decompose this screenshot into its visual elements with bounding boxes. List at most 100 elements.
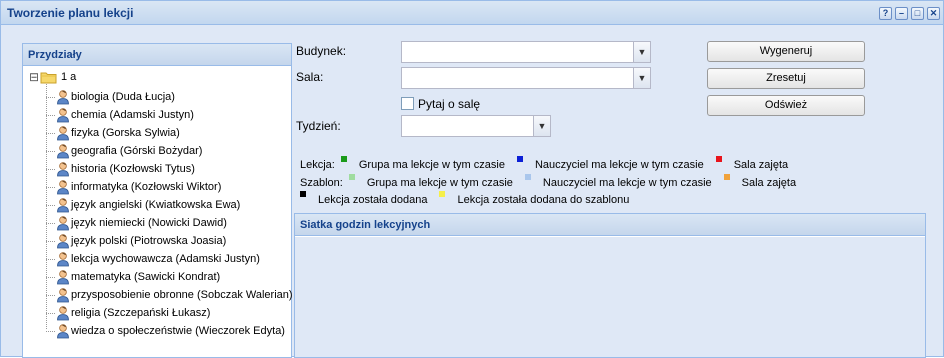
- lesson-plan-window: Tworzenie planu lekcji ? – □ ✕ Przydział…: [0, 0, 944, 358]
- assignments-header: Przydziały: [23, 44, 291, 66]
- lesson-legend-text: Sala zajęta: [733, 159, 789, 171]
- building-select[interactable]: ▼: [401, 41, 651, 63]
- chevron-down-icon[interactable]: ▼: [633, 42, 650, 62]
- chevron-down-icon[interactable]: ▼: [633, 68, 650, 88]
- tree-connector: [46, 187, 55, 188]
- tree-connector: [46, 277, 55, 278]
- user-icon: [57, 288, 69, 303]
- template-legend-text: Sala zajęta: [741, 177, 797, 189]
- template-legend-label: Szablon:: [300, 177, 343, 189]
- lesson-legend-item: Sala zajęta: [710, 156, 788, 171]
- user-icon: [57, 108, 69, 123]
- timetable-grid-header: Siatka godzin lekcyjnych: [295, 214, 925, 236]
- added-legend-item: Lekcja została dodana: [300, 191, 427, 206]
- user-icon: [57, 324, 69, 339]
- tree-connector: [46, 223, 55, 224]
- tree-connector: [46, 133, 55, 134]
- tree-connector: [46, 241, 55, 242]
- reset-button[interactable]: Zresetuj: [707, 68, 865, 89]
- lesson-legend-item: Nauczyciel ma lekcje w tym czasie: [511, 156, 704, 171]
- tree-leaf-label: biologia (Duda Łucja): [71, 91, 175, 103]
- user-icon: [57, 216, 69, 231]
- added-legend-item: Lekcja została dodana do szablonu: [433, 191, 629, 206]
- tree-connector: [46, 313, 55, 314]
- tree-leaf-label: historia (Kozłowski Tytus): [71, 163, 195, 175]
- user-icon: [57, 198, 69, 213]
- tree-leaf-label: geografia (Górski Bożydar): [71, 145, 203, 157]
- lesson-legend-item: Grupa ma lekcje w tym czasie: [335, 156, 505, 171]
- added-legend-swatch: [439, 191, 446, 197]
- lesson-legend-swatch: [516, 156, 523, 162]
- chevron-down-icon[interactable]: ▼: [533, 116, 550, 136]
- template-legend-text: Grupa ma lekcje w tym czasie: [366, 177, 513, 189]
- template-legend-swatch: [723, 174, 730, 180]
- week-label: Tydzień:: [296, 119, 341, 133]
- ask-room-label[interactable]: Pytaj o salę: [418, 97, 480, 111]
- template-legend-swatch: [348, 174, 355, 180]
- template-legend: Szablon: Grupa ma lekcje w tym czasie Nauc…: [300, 174, 802, 189]
- user-icon: [57, 180, 69, 195]
- week-select[interactable]: ▼: [401, 115, 551, 137]
- tree-connector: [46, 205, 55, 206]
- user-icon: [57, 252, 69, 267]
- template-legend-swatch: [524, 174, 531, 180]
- window-title: Tworzenie planu lekcji: [7, 6, 134, 20]
- tree-connector: [46, 259, 55, 260]
- template-legend-item: Nauczyciel ma lekcje w tym czasie: [519, 174, 712, 189]
- assignments-panel: Przydziały ⊟ 1 a biologia (Duda Łucja) ch…: [22, 43, 293, 358]
- lesson-legend-label: Lekcja:: [300, 159, 335, 171]
- room-label: Sala:: [296, 70, 324, 84]
- refresh-button[interactable]: Odśwież: [707, 95, 865, 116]
- lesson-legend-text: Grupa ma lekcje w tym czasie: [358, 159, 505, 171]
- folder-icon: [40, 72, 57, 84]
- window-titlebar[interactable]: Tworzenie planu lekcji ? – □ ✕: [1, 1, 943, 25]
- lesson-legend-swatch: [715, 156, 722, 162]
- close-icon[interactable]: ✕: [927, 7, 940, 20]
- tree-leaf-label: matematyka (Sawicki Kondrat): [71, 271, 221, 283]
- user-icon: [57, 162, 69, 177]
- lesson-legend-text: Nauczyciel ma lekcje w tym czasie: [534, 159, 704, 171]
- lesson-legend-swatch: [340, 156, 347, 162]
- tree-connector: [46, 151, 55, 152]
- template-legend-item: Sala zajęta: [718, 174, 796, 189]
- tree-leaf-label: wiedza o społeczeństwie (Wieczorek Edyta…: [71, 325, 285, 337]
- user-icon: [57, 234, 69, 249]
- collapse-icon[interactable]: ⊟: [29, 70, 39, 84]
- building-label: Budynek:: [296, 44, 347, 58]
- added-legend: Lekcja została dodana Lekcja została doda…: [300, 191, 635, 206]
- generate-button[interactable]: Wygeneruj: [707, 41, 865, 62]
- user-icon: [57, 270, 69, 285]
- added-legend-swatch: [300, 191, 306, 197]
- tree-leaf-label: chemia (Adamski Justyn): [71, 109, 194, 121]
- minimize-icon[interactable]: –: [895, 7, 908, 20]
- tree-connector: [46, 115, 55, 116]
- tree-leaf-label: przysposobienie obronne (Sobczak Waleria…: [71, 289, 293, 301]
- tree-root-node[interactable]: ⊟ 1 a: [29, 70, 89, 86]
- user-icon: [57, 90, 69, 105]
- tree-connector: [46, 97, 55, 98]
- tree-leaf-label: informatyka (Kozłowski Wiktor): [71, 181, 222, 193]
- tree-leaf-label: język niemiecki (Nowicki Dawid): [71, 217, 227, 229]
- tree-connector: [46, 84, 47, 329]
- tree-leaf-label: fizyka (Gorska Sylwia): [71, 127, 180, 139]
- user-icon: [57, 144, 69, 159]
- template-legend-item: Grupa ma lekcje w tym czasie: [343, 174, 513, 189]
- help-icon[interactable]: ?: [879, 7, 892, 20]
- room-select[interactable]: ▼: [401, 67, 651, 89]
- added-legend-text: Lekcja została dodana do szablonu: [457, 194, 630, 206]
- ask-room-checkbox[interactable]: [401, 97, 414, 110]
- timetable-grid-body: [295, 237, 925, 357]
- tree-connector: [46, 295, 55, 296]
- tree-connector: [46, 169, 55, 170]
- tree-leaf-label: język polski (Piotrowska Joasia): [71, 235, 227, 247]
- template-legend-text: Nauczyciel ma lekcje w tym czasie: [542, 177, 712, 189]
- user-icon: [57, 126, 69, 141]
- tree-root-label: 1 a: [61, 71, 77, 83]
- tree-connector: [46, 331, 55, 332]
- maximize-icon[interactable]: □: [911, 7, 924, 20]
- tree-leaf-label: lekcja wychowawcza (Adamski Justyn): [71, 253, 260, 265]
- user-icon: [57, 306, 69, 321]
- tree-leaf-label: język angielski (Kwiatkowska Ewa): [71, 199, 241, 211]
- tree-leaf-label: religia (Szczepański Łukasz): [71, 307, 211, 319]
- timetable-grid-panel: Siatka godzin lekcyjnych: [294, 213, 926, 358]
